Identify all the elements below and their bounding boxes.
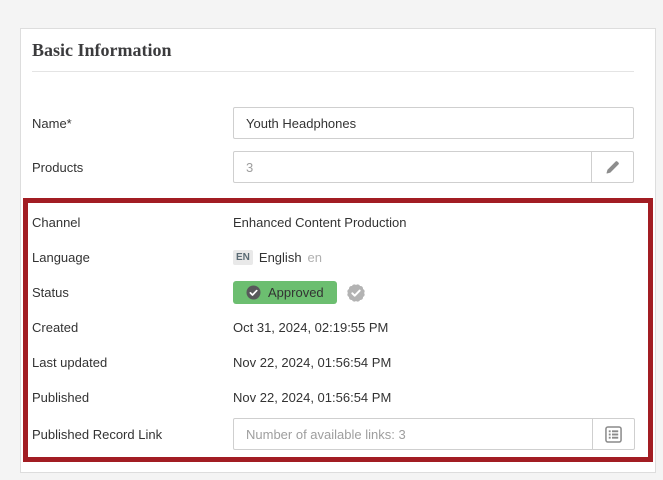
published-row: Published Nov 22, 2024, 01:56:54 PM xyxy=(32,380,635,415)
seal-check-icon xyxy=(345,282,367,304)
pencil-icon xyxy=(605,160,620,175)
language-chip: EN xyxy=(233,250,253,265)
last-updated-label: Last updated xyxy=(32,355,233,370)
created-label: Created xyxy=(32,320,233,335)
channel-row: Channel Enhanced Content Production xyxy=(32,205,635,240)
products-input[interactable] xyxy=(233,151,592,183)
language-code: en xyxy=(308,250,322,265)
name-field-row: Name* xyxy=(21,107,655,139)
created-row: Created Oct 31, 2024, 02:19:55 PM xyxy=(32,310,635,345)
published-label: Published xyxy=(32,390,233,405)
status-badge[interactable]: Approved xyxy=(233,281,337,304)
language-name: English xyxy=(259,250,302,265)
list-icon xyxy=(605,426,622,443)
published-value: Nov 22, 2024, 01:56:54 PM xyxy=(233,390,391,405)
name-input[interactable] xyxy=(233,107,634,139)
language-row: Language EN English en xyxy=(32,240,635,275)
products-label: Products xyxy=(32,160,233,175)
channel-value: Enhanced Content Production xyxy=(233,215,406,230)
name-label: Name* xyxy=(32,116,233,131)
published-record-link-row: Published Record Link xyxy=(32,418,635,450)
products-field-row: Products xyxy=(21,151,655,183)
published-record-link-label: Published Record Link xyxy=(32,427,233,442)
published-record-link-input[interactable] xyxy=(233,418,593,450)
status-value: Approved xyxy=(233,281,367,304)
show-links-button[interactable] xyxy=(592,418,635,450)
channel-label: Channel xyxy=(32,215,233,230)
last-updated-value: Nov 22, 2024, 01:56:54 PM xyxy=(233,355,391,370)
highlighted-section: Channel Enhanced Content Production Lang… xyxy=(23,198,653,462)
basic-information-card: Basic Information Name* Products Channel… xyxy=(20,28,656,473)
status-badge-label: Approved xyxy=(268,285,324,300)
card-title: Basic Information xyxy=(32,39,634,61)
last-updated-row: Last updated Nov 22, 2024, 01:56:54 PM xyxy=(32,345,635,380)
created-value: Oct 31, 2024, 02:19:55 PM xyxy=(233,320,388,335)
title-divider xyxy=(32,71,634,72)
language-label: Language xyxy=(32,250,233,265)
check-circle-icon xyxy=(246,285,261,300)
edit-products-button[interactable] xyxy=(591,151,634,183)
published-record-link-input-group xyxy=(233,418,635,450)
status-label: Status xyxy=(32,285,233,300)
products-input-group xyxy=(233,151,634,183)
language-value: EN English en xyxy=(233,250,322,265)
status-row: Status Approved xyxy=(32,275,635,310)
